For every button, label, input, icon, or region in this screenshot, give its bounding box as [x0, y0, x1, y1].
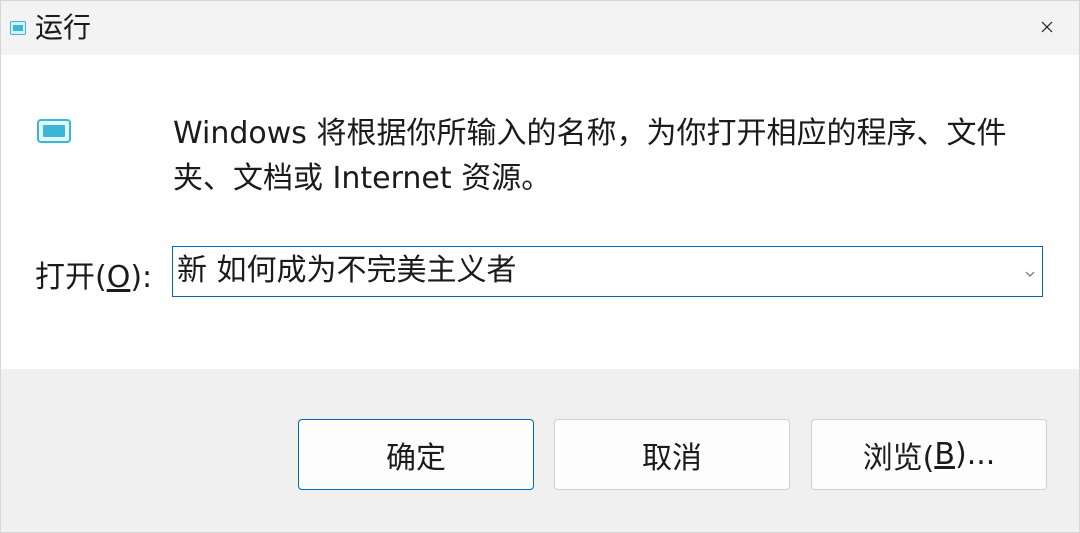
window-title: 运行 [35, 11, 92, 44]
ok-button[interactable]: 确定 [298, 419, 534, 490]
button-bar: 确定 取消 浏览(B)... [1, 369, 1079, 532]
open-combobox[interactable] [172, 246, 1043, 297]
browse-button[interactable]: 浏览(B)... [811, 419, 1047, 490]
open-accelerator: O [106, 260, 131, 295]
open-input[interactable] [177, 251, 1007, 291]
run-dialog: 运行 Windows 将根据你所输入的名称，为你打开相应的程序、文件夹、文档或 … [0, 0, 1080, 533]
run-app-icon [37, 119, 71, 143]
close-icon [1040, 19, 1054, 38]
open-label: 打开(O): [35, 260, 153, 295]
run-dialog-icon [10, 20, 26, 35]
chevron-down-icon[interactable] [1024, 265, 1036, 277]
close-button[interactable] [1015, 1, 1079, 55]
cancel-button[interactable]: 取消 [554, 419, 790, 490]
description-text: Windows 将根据你所输入的名称，为你打开相应的程序、文件夹、文档或 Int… [173, 116, 1007, 196]
title-bar[interactable]: 运行 [1, 1, 1079, 55]
browse-accelerator: B [934, 437, 955, 472]
